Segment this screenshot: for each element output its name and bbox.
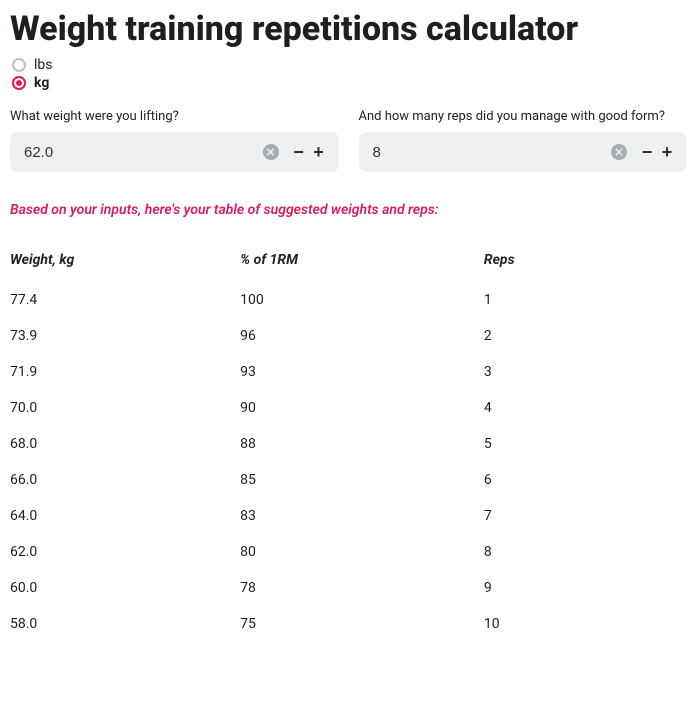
decrement-button[interactable]: − — [289, 137, 309, 167]
radio-icon — [12, 58, 26, 72]
unit-radio-label: lbs — [34, 57, 53, 73]
unit-radio-label: kg — [34, 75, 49, 91]
table-row: 73.9962 — [10, 318, 687, 354]
cell-pct: 80 — [240, 534, 484, 570]
reps-input-label: And how many reps did you manage with go… — [359, 109, 688, 124]
cell-pct: 93 — [240, 354, 484, 390]
radio-icon — [12, 76, 26, 90]
cell-weight: 77.4 — [10, 282, 240, 318]
table-row: 71.9933 — [10, 354, 687, 390]
column-header-weight: Weight, kg — [10, 244, 240, 282]
table-row: 62.0808 — [10, 534, 687, 570]
table-row: 70.0904 — [10, 390, 687, 426]
table-row: 68.0885 — [10, 426, 687, 462]
page-title: Weight training repetitions calculator — [10, 10, 687, 49]
unit-radio-kg[interactable]: kg — [12, 75, 687, 91]
column-header-pct: % of 1RM — [240, 244, 484, 282]
column-header-reps: Reps — [484, 244, 687, 282]
weight-input[interactable] — [24, 144, 263, 161]
cell-pct: 85 — [240, 462, 484, 498]
cell-reps: 6 — [484, 462, 687, 498]
table-row: 60.0789 — [10, 570, 687, 606]
results-table: Weight, kg % of 1RM Reps 77.4100173.9962… — [10, 244, 687, 642]
weight-input-label: What weight were you lifting? — [10, 109, 339, 124]
clear-icon[interactable]: ✕ — [611, 144, 627, 160]
increment-button[interactable]: + — [309, 137, 329, 167]
increment-button[interactable]: + — [657, 137, 677, 167]
cell-pct: 75 — [240, 606, 484, 642]
cell-weight: 68.0 — [10, 426, 240, 462]
cell-weight: 66.0 — [10, 462, 240, 498]
cell-weight: 70.0 — [10, 390, 240, 426]
cell-pct: 83 — [240, 498, 484, 534]
cell-pct: 78 — [240, 570, 484, 606]
table-row: 77.41001 — [10, 282, 687, 318]
unit-radio-lbs[interactable]: lbs — [12, 57, 687, 73]
cell-reps: 8 — [484, 534, 687, 570]
cell-reps: 4 — [484, 390, 687, 426]
table-row: 66.0856 — [10, 462, 687, 498]
decrement-button[interactable]: − — [637, 137, 657, 167]
cell-reps: 3 — [484, 354, 687, 390]
cell-weight: 73.9 — [10, 318, 240, 354]
table-row: 64.0837 — [10, 498, 687, 534]
cell-reps: 7 — [484, 498, 687, 534]
cell-reps: 1 — [484, 282, 687, 318]
cell-reps: 9 — [484, 570, 687, 606]
weight-input-wrapper: ✕ − + — [10, 132, 339, 172]
cell-pct: 100 — [240, 282, 484, 318]
cell-reps: 10 — [484, 606, 687, 642]
reps-input-wrapper: ✕ − + — [359, 132, 688, 172]
cell-weight: 62.0 — [10, 534, 240, 570]
cell-pct: 96 — [240, 318, 484, 354]
cell-reps: 2 — [484, 318, 687, 354]
cell-weight: 58.0 — [10, 606, 240, 642]
cell-pct: 90 — [240, 390, 484, 426]
reps-input[interactable] — [373, 144, 612, 161]
cell-weight: 71.9 — [10, 354, 240, 390]
cell-pct: 88 — [240, 426, 484, 462]
table-row: 58.07510 — [10, 606, 687, 642]
cell-reps: 5 — [484, 426, 687, 462]
clear-icon[interactable]: ✕ — [263, 144, 279, 160]
cell-weight: 64.0 — [10, 498, 240, 534]
unit-radio-group: lbs kg — [12, 57, 687, 91]
results-caption: Based on your inputs, here's your table … — [10, 202, 687, 218]
cell-weight: 60.0 — [10, 570, 240, 606]
